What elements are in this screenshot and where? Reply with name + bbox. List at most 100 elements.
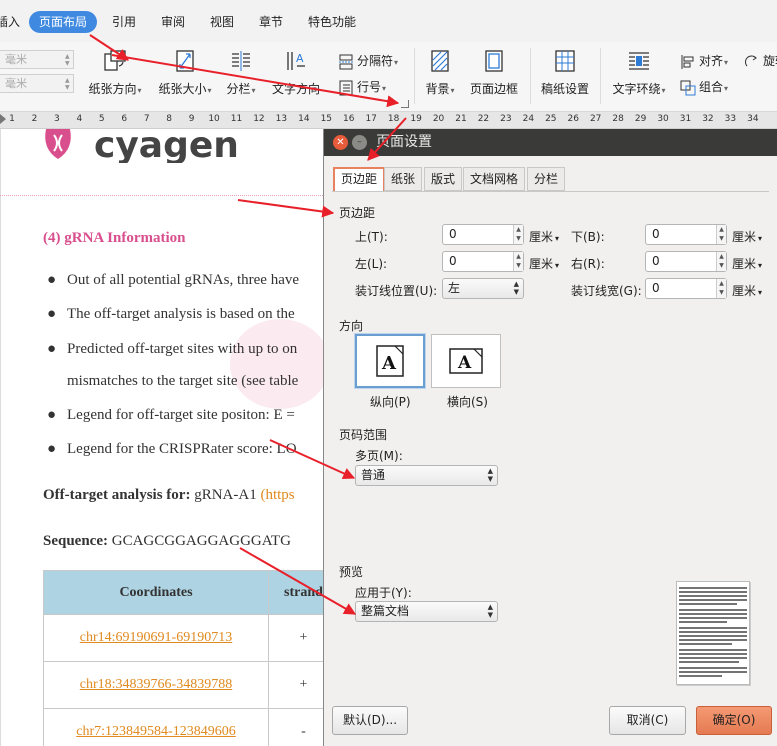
top-margin-input[interactable]: 0 ▲ ▼	[442, 224, 524, 245]
paper-orientation-button[interactable]: 纸张方向▾	[84, 42, 146, 106]
ruler-number: 21	[455, 114, 467, 124]
bullet-icon: ●	[47, 407, 57, 423]
ruler-number: 11	[230, 114, 243, 124]
spinner-icon[interactable]: ▲ ▼	[716, 279, 726, 298]
combo-arrows-icon: ▲ ▼	[513, 280, 519, 296]
right-margin-unit[interactable]: 厘米 ▾	[732, 255, 762, 272]
separator-label: 分隔符	[357, 54, 394, 68]
table-header-coordinates: Coordinates	[43, 570, 269, 615]
ruler-number: 33	[724, 114, 737, 124]
group-button[interactable]: 组合▾	[680, 77, 728, 97]
page-range-section-title: 页码范围	[339, 428, 388, 442]
background-button[interactable]: 背景▾	[420, 42, 460, 106]
group-icon	[680, 80, 696, 95]
paper-orientation-label: 纸张方向	[88, 82, 137, 96]
dialog-launcher-icon[interactable]	[401, 100, 409, 108]
paper-orientation-icon	[104, 50, 126, 71]
preview-lines-icon	[679, 587, 747, 677]
left-margin-input[interactable]: 0 ▲ ▼	[442, 251, 524, 272]
gutter-width-input[interactable]: 0 ▲ ▼	[645, 278, 727, 299]
ruler-number: 23	[500, 114, 512, 124]
minimize-icon[interactable]: –	[352, 135, 367, 150]
text-wrap-label: 文字环绕	[612, 82, 661, 96]
table-row: chr7:123849584-123849606 -	[43, 708, 339, 746]
rotate-button[interactable]: 旋转	[744, 51, 777, 71]
ruler-number: 22	[477, 114, 490, 124]
spinner-icon[interactable]: ▲ ▼	[513, 225, 523, 244]
offtarget-label: Off-target analysis for:	[43, 487, 191, 503]
tab-doc-grid[interactable]: 文档网格	[463, 167, 526, 191]
draft-paper-icon	[555, 50, 575, 72]
tab-paper[interactable]: 纸张	[384, 167, 423, 191]
ruler-number: 2	[31, 114, 38, 124]
coordinate-link[interactable]: chr14:69190691-69190713	[43, 614, 269, 662]
menu-page-layout[interactable]: 页面布局	[29, 11, 98, 33]
page-setup-dialog: ✕ – 页面设置 页边距 纸张 版式 文档网格 分栏 页边距 上(T): 0 ▲ ▼…	[323, 129, 777, 746]
tab-columns[interactable]: 分栏	[527, 167, 566, 191]
separator-icon	[339, 54, 353, 69]
offtarget-table: Coordinates strand chr14:69190691-691907…	[43, 570, 339, 746]
sequence-value: GCAGCGGAGGAGGGATG	[111, 533, 291, 549]
cyagen-logo-icon: cyagen	[45, 129, 239, 166]
page-border-button[interactable]: 页面边框	[466, 42, 522, 106]
line-number-label: 行号	[357, 80, 382, 94]
menu-review[interactable]: 审阅	[161, 11, 185, 33]
menu-view[interactable]: 视图	[210, 11, 234, 33]
ruler-number: 25	[545, 114, 557, 124]
horizontal-ruler[interactable]: 1 2 3 4 5 6 7 8 9 10 11 12 13 14 15 16 17 18 19 20 21 22 23 24 2…	[0, 112, 777, 129]
ruler-number: 15	[320, 114, 333, 124]
cancel-button[interactable]: 取消(C)	[609, 706, 686, 735]
sequence-line: Sequence: GCAGCGGAGGAGGGATG	[43, 533, 291, 550]
align-button[interactable]: 对齐▾	[680, 51, 728, 71]
coordinate-link[interactable]: chr18:34839766-34839788	[43, 661, 269, 709]
gutter-field-2[interactable]: 毫米 ▲ ▼	[0, 74, 74, 93]
spinner-icon[interactable]: ▲ ▼	[716, 225, 726, 244]
page-edge	[0, 129, 1, 746]
gutter-position-label: 装订线位置(U):	[355, 284, 438, 298]
draft-paper-button[interactable]: 稿纸设置	[536, 42, 594, 106]
text-direction-button[interactable]: A 文字方向	[268, 42, 324, 106]
apply-to-select[interactable]: 整篇文档 ▲ ▼	[355, 601, 498, 622]
paper-size-button[interactable]: 纸张大小▾	[154, 42, 216, 106]
spinner-icon[interactable]: ▲ ▼	[513, 252, 523, 271]
dialog-title: 页面设置	[376, 134, 432, 150]
offtarget-link[interactable]: (https	[260, 487, 294, 503]
coordinate-link[interactable]: chr7:123849584-123849606	[43, 708, 269, 746]
ruler-number: 31	[679, 114, 692, 124]
table-header-row: Coordinates strand	[43, 570, 339, 615]
left-margin-unit[interactable]: 厘米 ▾	[529, 255, 559, 272]
landscape-option[interactable]: A	[431, 334, 501, 388]
right-margin-input[interactable]: 0 ▲ ▼	[645, 251, 727, 272]
gutter-field-1[interactable]: 毫米 ▲ ▼	[0, 50, 74, 69]
text-wrap-button[interactable]: 文字环绕▾	[608, 42, 670, 106]
close-icon[interactable]: ✕	[333, 135, 348, 150]
spinner-icon[interactable]: ▲ ▼	[716, 252, 726, 271]
dialog-titlebar[interactable]: ✕ – 页面设置	[324, 129, 777, 156]
line-number-button[interactable]: 行号▾	[338, 77, 386, 97]
menu-insert[interactable]: 插入	[0, 11, 20, 33]
background-label: 背景	[425, 82, 450, 96]
menu-section[interactable]: 章节	[259, 11, 283, 33]
page-preview	[676, 581, 750, 685]
tab-margins[interactable]: 页边距	[333, 167, 386, 192]
separator-button[interactable]: 分隔符▾	[338, 51, 398, 71]
orientation-section-title: 方向	[339, 319, 364, 333]
bottom-margin-unit[interactable]: 厘米 ▾	[732, 228, 762, 245]
ruler-number: 5	[98, 114, 105, 124]
ruler-number: 3	[54, 114, 60, 124]
text-direction-icon: A	[287, 52, 305, 70]
multi-page-select[interactable]: 普通 ▲ ▼	[355, 465, 498, 486]
gutter-position-select[interactable]: 左 ▲ ▼	[442, 278, 524, 299]
columns-button[interactable]: 分栏▾	[222, 42, 260, 106]
menu-special-features[interactable]: 特色功能	[308, 11, 356, 33]
top-margin-unit[interactable]: 厘米 ▾	[529, 228, 559, 245]
ribbon-toolbar: 毫米 ▲ ▼ 毫米 ▲ ▼ 纸张方向▾ 纸张大小▾ 分栏▾ A 文字方向 分隔符▾ 行号…	[0, 42, 777, 112]
ok-button[interactable]: 确定(O)	[696, 706, 772, 735]
bottom-margin-input[interactable]: 0 ▲ ▼	[645, 224, 727, 245]
ruler-number: 16	[343, 114, 355, 124]
menu-references[interactable]: 引用	[112, 11, 136, 33]
tab-layout[interactable]: 版式	[424, 167, 463, 191]
default-button[interactable]: 默认(D)...	[332, 706, 408, 735]
gutter-width-unit[interactable]: 厘米 ▾	[732, 282, 762, 299]
portrait-option[interactable]: A	[355, 334, 425, 388]
